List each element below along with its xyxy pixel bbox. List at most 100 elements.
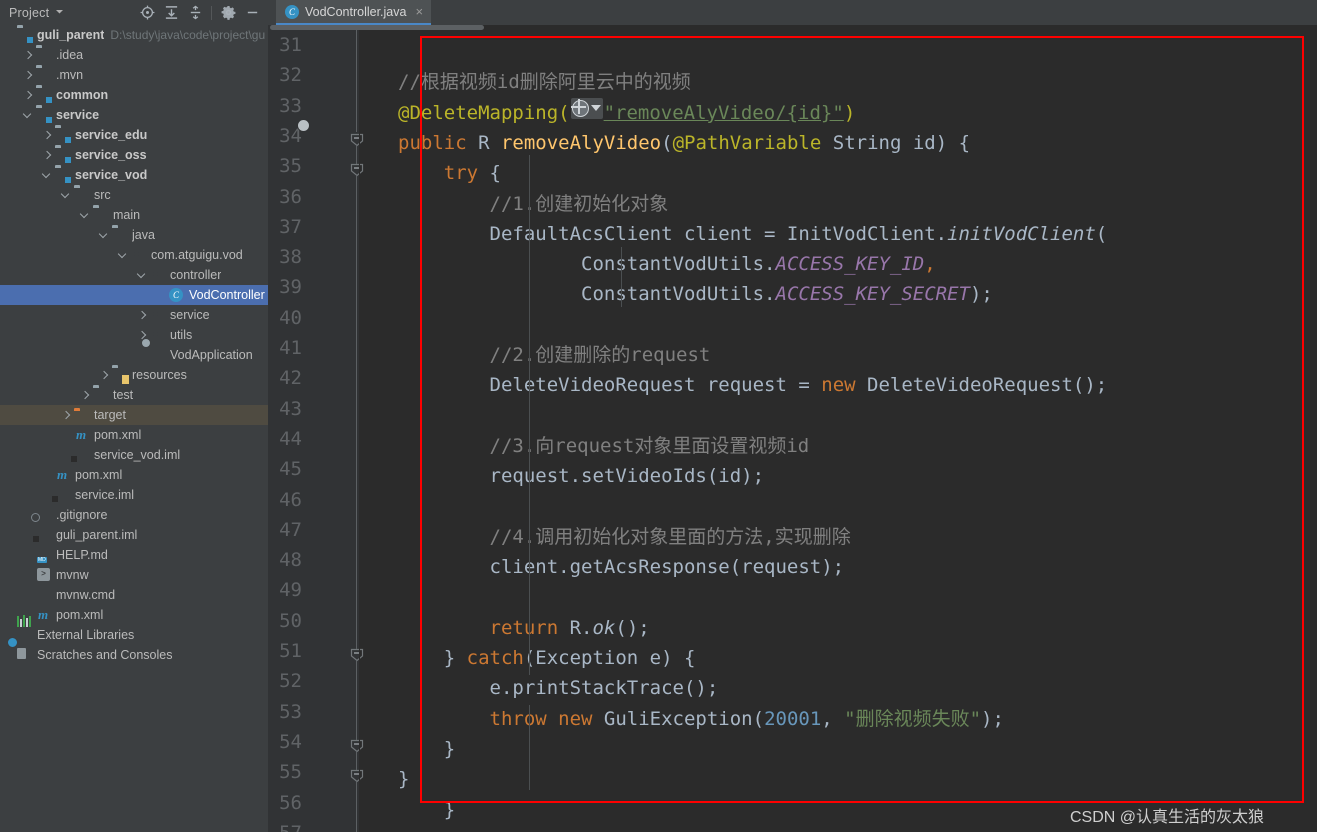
tree-item-java[interactable]: java — [0, 225, 268, 245]
code-line-51[interactable]: } catch(Exception e) { — [398, 643, 696, 673]
gutter-line-number: 39 — [279, 276, 302, 299]
project-toolwindow-header: Project — [0, 0, 268, 26]
tree-item-utils[interactable]: utils — [0, 325, 268, 345]
tree-item-pom-xml[interactable]: m pom.xml — [0, 425, 268, 445]
code-line-44[interactable]: //3.向request对象里面设置视频id — [398, 431, 810, 461]
chevron-down-icon[interactable] — [61, 190, 72, 201]
tree-item-test[interactable]: test — [0, 385, 268, 405]
hide-toolwindow-icon[interactable] — [241, 3, 263, 23]
code-line-50[interactable]: return R.ok(); — [398, 613, 650, 643]
web-mapping-icon[interactable] — [570, 97, 603, 119]
chevron-down-icon[interactable] — [55, 7, 64, 18]
tree-item-service-vod-iml[interactable]: service_vod.iml — [0, 445, 268, 465]
code-line-38[interactable]: ConstantVodUtils.ACCESS_KEY_ID, — [398, 249, 936, 279]
tree-item-service[interactable]: service — [0, 305, 268, 325]
collapse-all-icon[interactable] — [184, 3, 206, 23]
fold-rail — [356, 176, 357, 649]
tree-item-service-edu[interactable]: service_edu — [0, 125, 268, 145]
tree-item-label: pom.xml — [94, 428, 142, 442]
code-line-42[interactable]: DeleteVideoRequest request = new DeleteV… — [398, 370, 1108, 400]
tree-item-resources[interactable]: resources — [0, 365, 268, 385]
tree-item-idea[interactable]: .idea — [0, 45, 268, 65]
code-line-47[interactable]: //4.调用初始化对象里面的方法,实现删除 — [398, 522, 851, 552]
tree-item-scratches-and-consoles[interactable]: Scratches and Consoles — [0, 645, 268, 665]
code-line-55[interactable]: } — [398, 764, 409, 794]
code-line-36[interactable]: //1.创建初始化对象 — [398, 189, 669, 219]
tree-item-mvnw-cmd[interactable]: mvnw.cmd — [0, 585, 268, 605]
code-line-45[interactable]: request.setVideoIds(id); — [398, 461, 765, 491]
tree-item-vodapplication[interactable]: VodApplication — [0, 345, 268, 365]
tree-item-help-md[interactable]: HELP.md — [0, 545, 268, 565]
tree-item-gitignore[interactable]: .gitignore — [0, 505, 268, 525]
project-toolwindow-title[interactable]: Project — [9, 6, 49, 20]
code-line-41[interactable]: //2.创建删除的request — [398, 340, 711, 370]
chevron-right-icon[interactable] — [99, 370, 110, 381]
tree-item-common[interactable]: common — [0, 85, 268, 105]
code-text-area[interactable]: //根据视频id删除阿里云中的视频 @DeleteMapping("removeA… — [360, 25, 1317, 832]
spring-boot-icon — [150, 347, 166, 363]
code-line-52[interactable]: e.printStackTrace(); — [398, 673, 719, 703]
chevron-right-icon[interactable] — [42, 130, 53, 141]
code-line-39[interactable]: ConstantVodUtils.ACCESS_KEY_SECRET); — [398, 279, 993, 309]
expand-all-icon[interactable] — [160, 3, 182, 23]
code-line-54[interactable]: } — [398, 734, 455, 764]
tree-item-target[interactable]: target — [0, 405, 268, 425]
tree-item-controller[interactable]: controller — [0, 265, 268, 285]
code-line-34[interactable]: public R removeAlyVideo(@PathVariable St… — [398, 128, 970, 158]
tree-item-main[interactable]: main — [0, 205, 268, 225]
chevron-down-icon[interactable] — [99, 230, 110, 241]
code-editor[interactable]: 31 32 33 34 35 36 37 38 39 40 41 42 43 44 45 46 47 48 49 50… — [268, 25, 1317, 832]
tree-item-service-iml[interactable]: service.iml — [0, 485, 268, 505]
chevron-down-icon[interactable] — [42, 170, 53, 181]
code-line-33[interactable]: @DeleteMapping("removeAlyVideo/{id}") — [398, 97, 855, 128]
close-icon[interactable]: × — [415, 5, 423, 18]
code-line-35[interactable]: try { — [398, 158, 501, 188]
code-line-53[interactable]: throw new GuliException(20001, "删除视频失败")… — [398, 704, 1004, 734]
tree-item-guli-parent[interactable]: guli_parent D:\study\java\code\project\gu — [0, 25, 268, 45]
chevron-down-icon[interactable] — [23, 110, 34, 121]
tree-item-com-atguigu-vod[interactable]: com.atguigu.vod — [0, 245, 268, 265]
tree-item-external-libraries[interactable]: External Libraries — [0, 615, 268, 645]
chevron-right-icon[interactable] — [23, 90, 34, 101]
locate-icon[interactable] — [136, 3, 158, 23]
chevron-right-icon[interactable] — [137, 310, 148, 321]
settings-gear-icon[interactable] — [217, 3, 239, 23]
iml-file-icon — [36, 527, 52, 543]
tree-item-pom-xml[interactable]: m pom.xml — [0, 605, 268, 625]
code-line-48[interactable]: client.getAcsResponse(request); — [398, 552, 845, 582]
tree-item-mvnw[interactable]: > mvnw — [0, 565, 268, 585]
chevron-right-icon[interactable] — [23, 50, 34, 61]
tree-item-src[interactable]: src — [0, 185, 268, 205]
tree-item-guli-parent-iml[interactable]: guli_parent.iml — [0, 525, 268, 545]
tree-item-mvn[interactable]: .mvn — [0, 65, 268, 85]
chevron-right-icon[interactable] — [42, 150, 53, 161]
gutter-line-number: 37 — [279, 215, 302, 238]
package-icon — [150, 327, 166, 343]
tree-item-label: pom.xml — [75, 468, 123, 482]
chevron-down-icon[interactable] — [137, 270, 148, 281]
shell-script-icon: > — [36, 567, 52, 583]
tree-item-service-oss[interactable]: service_oss — [0, 145, 268, 165]
chevron-right-icon[interactable] — [23, 70, 34, 81]
chevron-right-icon[interactable] — [80, 390, 91, 401]
folder-icon — [36, 47, 52, 63]
tree-item-service[interactable]: service — [0, 105, 268, 125]
code-line-37[interactable]: DefaultAcsClient client = InitVodClient.… — [398, 219, 1108, 249]
project-tree[interactable]: guli_parent D:\study\java\code\project\gu… — [0, 25, 268, 832]
spring-mapping-gutter-icon[interactable] — [308, 130, 327, 149]
editor-horizontal-scrollbar[interactable] — [270, 25, 484, 30]
tab-vodcontroller[interactable]: C VodController.java × — [276, 0, 432, 25]
chevron-down-icon[interactable] — [118, 250, 129, 261]
tree-item-vodcontroller[interactable]: C VodController — [0, 285, 268, 305]
tree-item-label: mvnw — [56, 568, 89, 582]
tab-label: VodController.java — [305, 4, 407, 19]
code-line-56[interactable]: } — [398, 795, 455, 825]
chevron-right-icon[interactable] — [61, 410, 72, 421]
code-line-32[interactable]: //根据视频id删除阿里云中的视频 — [398, 67, 691, 97]
tree-item-service-vod[interactable]: service_vod — [0, 165, 268, 185]
tree-item-label: common — [56, 88, 109, 102]
tree-item-pom-xml[interactable]: m pom.xml — [0, 465, 268, 485]
editor-gutter[interactable]: 31 32 33 34 35 36 37 38 39 40 41 42 43 44 45 46 47 48 49 50… — [268, 25, 360, 832]
chevron-down-icon[interactable] — [80, 210, 91, 221]
